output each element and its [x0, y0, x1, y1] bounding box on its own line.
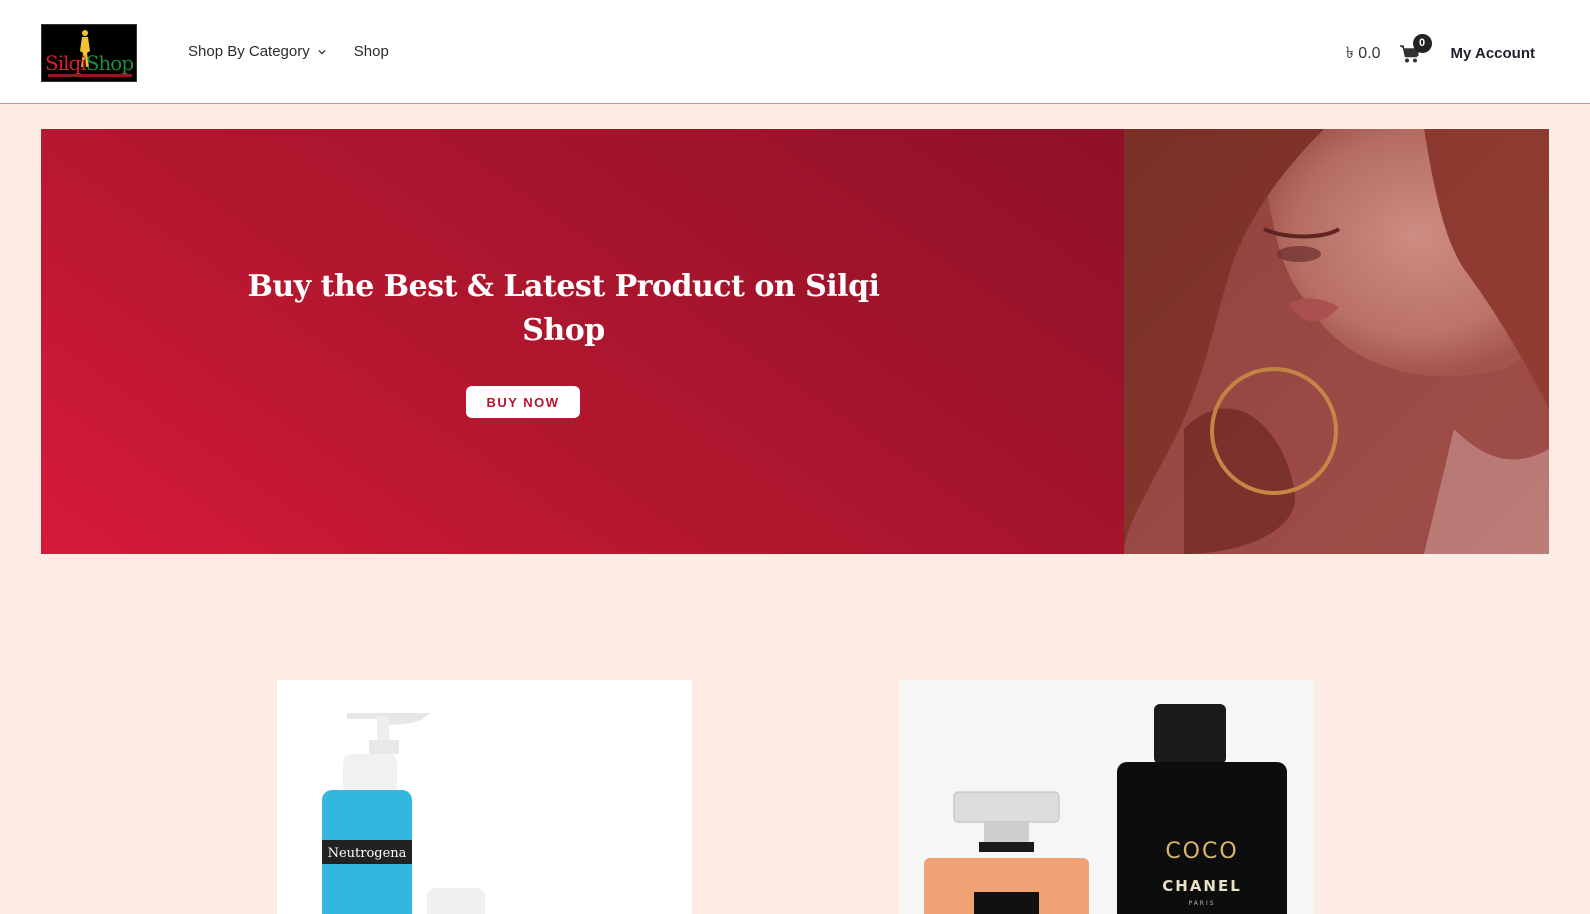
hero-model-image — [1124, 129, 1549, 554]
logo-wordmark: SilqiShop — [45, 51, 134, 75]
header-tools: ৳ 0.0 0 My Account — [1346, 33, 1535, 67]
neutrogena-label: Neutrogena — [328, 846, 407, 861]
model-portrait — [1124, 129, 1549, 554]
cart-button[interactable]: 0 — [1399, 33, 1432, 64]
buy-now-button[interactable]: BUY NOW — [466, 386, 580, 418]
nav-label: Shop By Category — [188, 43, 310, 60]
logo-tagline — [48, 74, 132, 77]
site-logo[interactable]: SilqiShop — [41, 24, 137, 82]
chanel-brand-label: CHANEL — [1162, 877, 1242, 895]
nav-shop[interactable]: Shop — [354, 43, 389, 60]
chevron-down-icon — [318, 49, 326, 54]
nav-shop-by-category[interactable]: Shop By Category — [188, 43, 326, 60]
site-header: SilqiShop Shop By Category Shop ৳ 0.0 0 … — [0, 0, 1590, 104]
chanel-product-image: COCO CHANEL PARIS — [924, 704, 1287, 914]
cart-count-badge: 0 — [1412, 33, 1432, 53]
chanel-coco-label: COCO — [1165, 839, 1238, 864]
nav-label: Shop — [353, 43, 389, 60]
product-card-neutrogena[interactable]: Neutrogena — [277, 680, 692, 914]
hero-banner: Buy the Best & Latest Product on Silqi S… — [41, 129, 1549, 554]
neutrogena-product-image: Neutrogena — [322, 713, 485, 914]
hero-promo: Buy the Best & Latest Product on Silqi S… — [41, 129, 1124, 554]
product-card-chanel[interactable]: COCO CHANEL PARIS — [899, 680, 1314, 914]
cart-total[interactable]: ৳ 0.0 — [1346, 40, 1381, 67]
chanel-paris-label: PARIS — [1188, 900, 1215, 907]
my-account-link[interactable]: My Account — [1451, 45, 1535, 62]
main-nav: Shop By Category Shop — [188, 43, 389, 60]
hero-title: Buy the Best & Latest Product on Silqi S… — [247, 269, 880, 348]
